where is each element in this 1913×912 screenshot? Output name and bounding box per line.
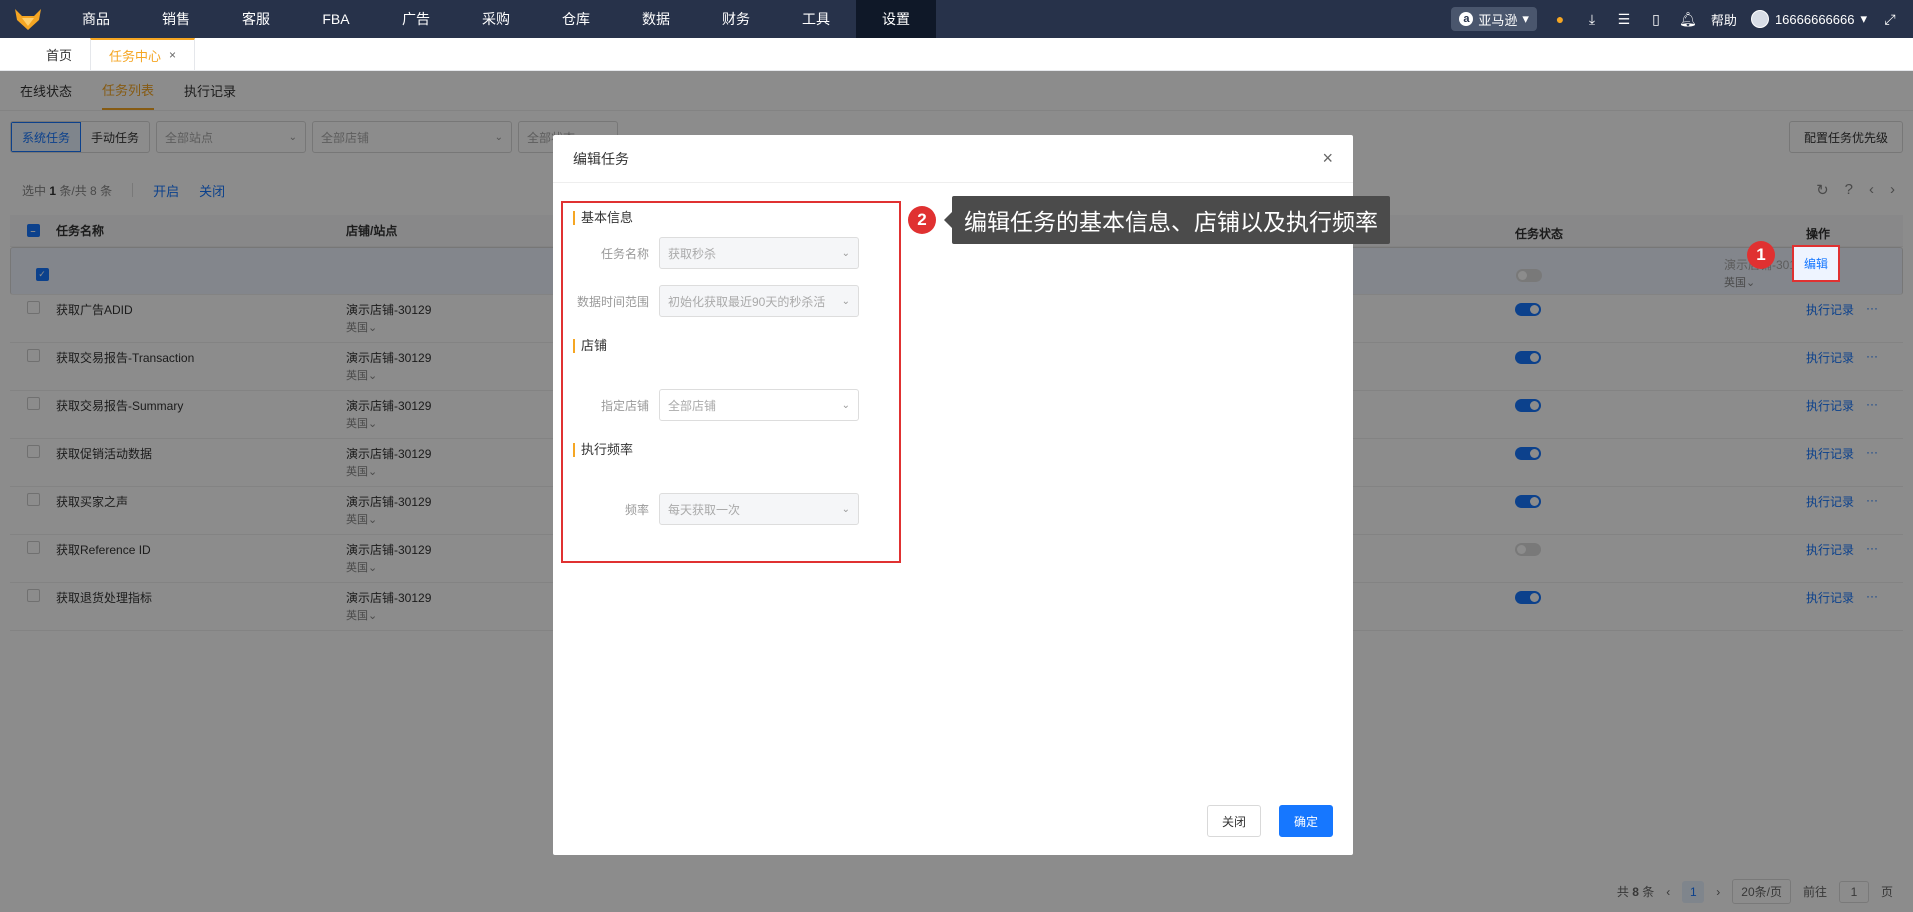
freq-value: 每天获取一次 — [668, 502, 741, 517]
menu-finance[interactable]: 财务 — [696, 0, 776, 38]
avatar — [1750, 10, 1769, 28]
user-name: 16666666666 — [1774, 11, 1855, 27]
tab-task-center[interactable]: 任务中心 × — [90, 38, 196, 70]
menu-purchase[interactable]: 采购 — [456, 0, 536, 38]
task-name-value: 获取秒杀 — [668, 246, 717, 261]
step-marker-1: 1 — [1747, 241, 1775, 269]
mobile-icon[interactable]: ▯ — [1647, 10, 1665, 28]
close-icon[interactable]: × — [1322, 148, 1333, 169]
shop-value: 全部店铺 — [668, 398, 717, 413]
amazon-icon: a — [1459, 12, 1474, 26]
freq-select[interactable]: 每天获取一次 ⌄ — [659, 493, 859, 525]
menu-sales[interactable]: 销售 — [136, 0, 216, 38]
chevron-down-icon: ⌄ — [841, 503, 850, 515]
range-value: 初始化获取最近90天的秒杀活 — [668, 294, 826, 309]
cancel-button[interactable]: 关闭 — [1206, 805, 1261, 837]
menu-tools[interactable]: 工具 — [776, 0, 856, 38]
menu-settings[interactable]: 设置 — [856, 0, 936, 38]
task-name-select[interactable]: 获取秒杀 ⌄ — [659, 237, 859, 269]
section-shop: 店铺 — [573, 339, 607, 353]
bell-icon[interactable]: 🔔︎ — [1679, 10, 1697, 28]
chevron-down-icon: ⌄ — [841, 295, 850, 307]
range-select[interactable]: 初始化获取最近90天的秒杀活 ⌄ — [659, 285, 859, 317]
menu-warehouse[interactable]: 仓库 — [536, 0, 616, 38]
help-link[interactable]: 帮助 — [1711, 10, 1737, 29]
confirm-button[interactable]: 确定 — [1278, 805, 1333, 837]
main-menu: 商品 销售 客服 FBA 广告 采购 仓库 数据 财务 工具 设置 — [56, 0, 936, 38]
freq-label: 频率 — [624, 502, 649, 517]
task-name-row: 任务名称 获取秒杀 ⌄ — [563, 237, 883, 269]
download-icon[interactable]: ⤓ — [1583, 10, 1601, 28]
chevron-down-icon: ⌄ — [841, 247, 850, 259]
chevron-down-icon: ⌄ — [841, 399, 850, 411]
annotation-tooltip: 编辑任务的基本信息、店铺以及执行频率 — [944, 196, 1390, 244]
top-nav: 商品 销售 客服 FBA 广告 采购 仓库 数据 财务 工具 设置 a 亚马逊 … — [0, 0, 1913, 38]
user-menu[interactable]: 16666666666 ▾ — [1750, 10, 1867, 28]
shop-select[interactable]: 全部店铺 ⌄ — [659, 389, 859, 421]
close-icon[interactable]: × — [169, 48, 176, 62]
page-tabs: 首页 任务中心 × — [0, 38, 1913, 71]
tab-label: 首页 — [46, 47, 73, 63]
fox-logo-icon — [15, 9, 41, 30]
section-frequency: 执行频率 — [573, 443, 633, 457]
menu-service[interactable]: 客服 — [216, 0, 296, 38]
dialog-title: 编辑任务 — [573, 150, 629, 167]
dialog-footer: 关闭 确定 — [1206, 805, 1333, 837]
tab-home[interactable]: 首页 — [28, 38, 90, 70]
marketplace-label: 亚马逊 — [1478, 12, 1518, 28]
shop-row: 指定店铺 全部店铺 ⌄ — [563, 389, 883, 421]
nav-right: a 亚马逊 ▾ ● ⤓ ☰ ▯ 🔔︎ 帮助 16666666666 ▾ ⤢ — [1451, 0, 1913, 38]
range-label: 数据时间范围 — [576, 294, 649, 309]
freq-row: 频率 每天获取一次 ⌄ — [563, 493, 883, 525]
caret-down-icon: ▾ — [1860, 11, 1867, 26]
menu-ads[interactable]: 广告 — [376, 0, 456, 38]
marketplace-switch[interactable]: a 亚马逊 ▾ — [1451, 7, 1537, 31]
logo[interactable] — [0, 0, 56, 38]
caret-down-icon: ▾ — [1522, 11, 1529, 26]
step-marker-2: 2 — [908, 206, 936, 234]
section-basic-info: 基本信息 — [573, 211, 633, 225]
dialog-header: 编辑任务 × — [553, 135, 1353, 183]
menu-goods[interactable]: 商品 — [56, 0, 136, 38]
tab-label: 任务中心 — [109, 48, 162, 64]
coin-icon[interactable]: ● — [1551, 10, 1569, 28]
task-icon[interactable]: ☰ — [1615, 10, 1633, 28]
form-highlight-box: 基本信息 任务名称 获取秒杀 ⌄ 数据时间范围 初始化获取最近90天的秒杀活 ⌄ 店… — [561, 201, 901, 563]
range-row: 数据时间范围 初始化获取最近90天的秒杀活 ⌄ — [563, 285, 883, 317]
fullscreen-icon[interactable]: ⤢ — [1881, 10, 1899, 28]
task-name-label: 任务名称 — [600, 246, 649, 261]
menu-data[interactable]: 数据 — [616, 0, 696, 38]
menu-fba[interactable]: FBA — [296, 0, 376, 38]
edit-button-highlight[interactable]: 编辑 — [1792, 245, 1840, 282]
shop-label: 指定店铺 — [600, 398, 649, 413]
